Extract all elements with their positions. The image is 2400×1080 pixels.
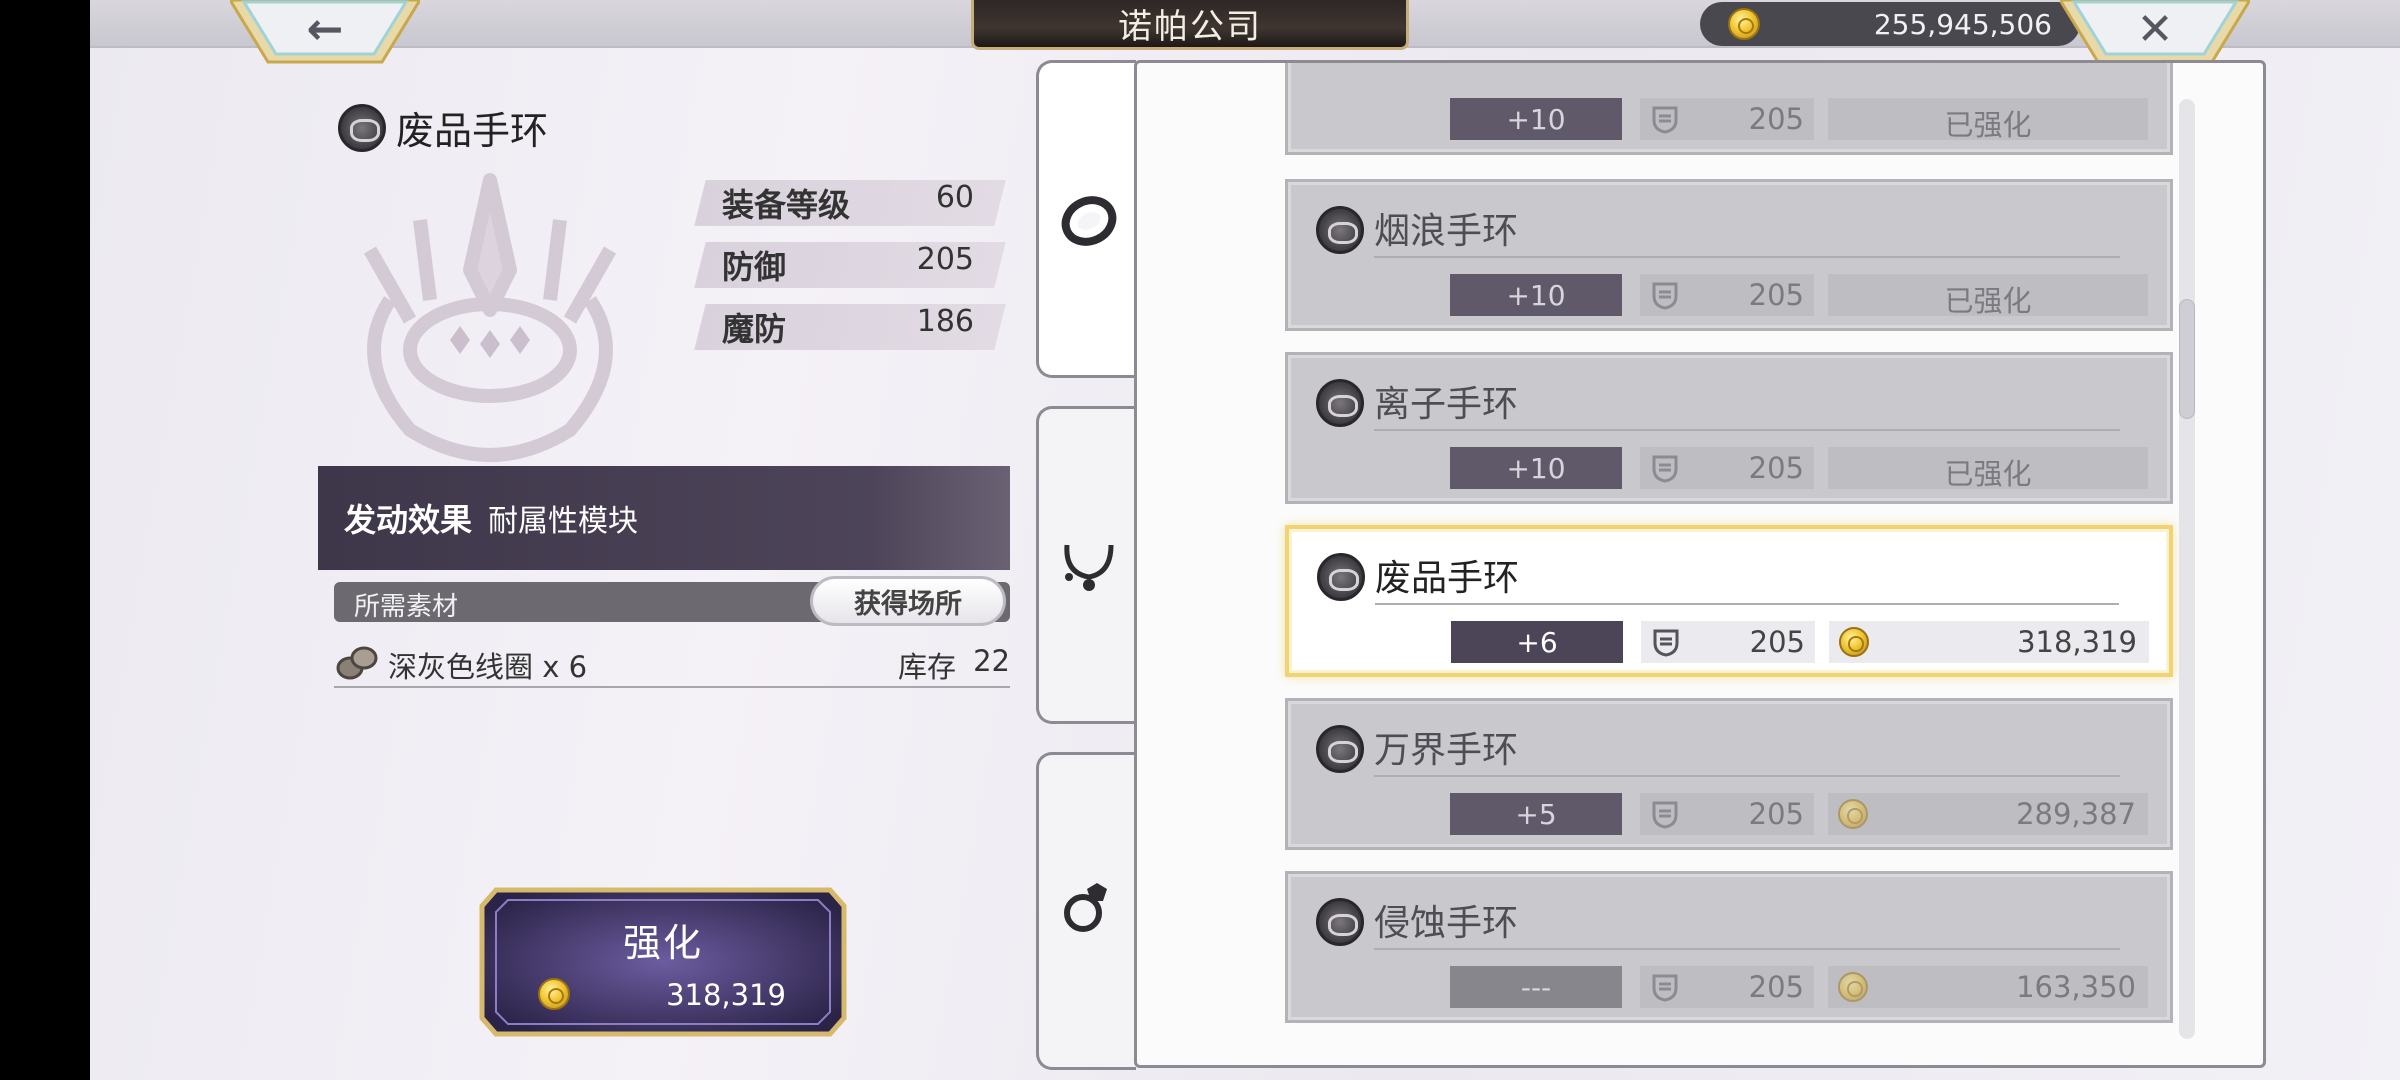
divider [1374,256,2120,258]
divider [1374,775,2120,777]
page-title: 诺帕公司 [971,0,1409,50]
item-name: 烟浪手环 [1374,211,1519,252]
ring-icon [1064,883,1107,932]
shield-icon [1652,455,1678,483]
scroll-thumb[interactable] [2179,299,2195,419]
back-arrow-icon: ← [306,4,344,55]
close-icon: ✕ [2136,4,2174,55]
enhance-level: --- [1450,966,1622,1008]
coin-icon [1838,972,1868,1002]
defense-box: 205 [1640,447,1814,489]
material-name: 深灰色线圈 x 6 [388,650,588,684]
item-name: 侵蚀手环 [1374,903,1519,944]
enhance-level: +10 [1450,447,1622,489]
bracelet-icon [1316,206,1364,254]
tab-necklace[interactable] [1036,406,1136,724]
item-name: 废品手环 [396,109,549,153]
item-name: 万界手环 [1374,730,1519,771]
list-scrollbar[interactable] [2179,99,2195,1039]
stock-label: 库存 [898,650,957,684]
enhance-level: +5 [1450,793,1622,835]
defense-box: 205 [1640,274,1814,316]
stat-magic-defense: 魔防 186 [694,304,1006,350]
bracelet-emblem-icon [363,173,617,462]
enhance-level: +6 [1451,621,1623,663]
defense-box: 205 [1640,98,1814,140]
list-item[interactable]: 离子手环 +10 205 已强化 [1285,352,2173,504]
shield-icon [1652,106,1678,134]
bracelet-icon [1316,898,1364,946]
close-button[interactable]: ✕ [2060,0,2250,64]
enhance-level: +10 [1450,274,1622,316]
currency-amount: 255,945,506 [1873,7,2052,41]
obtain-location-button[interactable]: 获得场所 [810,576,1006,626]
bracelet-icon [1316,379,1364,427]
cost-box: 163,350 [1828,966,2148,1008]
defense-box: 205 [1640,966,1814,1008]
item-name: 废品手环 [1375,558,1520,599]
stat-defense: 防御 205 [694,242,1006,288]
bracelet-icon [338,103,386,152]
list-item[interactable]: +10 205 已强化 [1285,63,2173,155]
back-button[interactable]: ← [230,0,420,64]
cost-box: 已强化 [1828,274,2148,318]
bracelet-icon [1061,196,1117,246]
equipment-list[interactable]: +10 205 已强化 烟浪手环 +10 205 已强化 离子手环 +10 20… [1134,60,2266,1068]
cost-box: 已强化 [1828,98,2148,142]
list-item-selected[interactable]: 废品手环 +6 205 318,319 [1285,525,2173,677]
bracelet-icon [1317,553,1365,601]
stat-equip-level: 装备等级 60 [694,180,1006,226]
bracelet-icon [1316,725,1364,773]
currency-display: 255,945,506 [1700,2,2080,46]
cost-box: 289,387 [1828,793,2148,835]
shield-icon [1652,282,1678,310]
divider [1374,948,2120,950]
tab-ring[interactable] [1036,752,1136,1070]
tab-bracelet[interactable] [1036,60,1136,378]
coin-icon [1839,627,1869,657]
defense-box: 205 [1641,621,1815,663]
divider [1375,603,2119,605]
coin-icon [1838,799,1868,829]
activation-effect: 发动效果 耐属性模块 [318,466,1010,570]
coil-icon [336,646,378,680]
shield-icon [1652,974,1678,1002]
list-item[interactable]: 侵蚀手环 --- 205 163,350 [1285,871,2173,1023]
divider [1374,429,2120,431]
item-header: 废品手环 [338,100,548,155]
enhance-button[interactable]: 强化 318,319 [478,884,848,1040]
necklace-icon [1064,544,1114,591]
enhance-level: +10 [1450,98,1622,140]
material-row: 深灰色线圈 x 6 库存 22 [334,636,1010,688]
list-item[interactable]: 万界手环 +5 205 289,387 [1285,698,2173,850]
defense-box: 205 [1640,793,1814,835]
shield-icon [1652,801,1678,829]
shield-icon [1653,629,1679,657]
coin-icon [1728,8,1760,40]
item-name: 离子手环 [1374,384,1519,425]
cost-box: 已强化 [1828,447,2148,491]
list-item[interactable]: 烟浪手环 +10 205 已强化 [1285,179,2173,331]
stock-count: 22 [973,644,1010,678]
coin-icon [538,978,570,1010]
game-screen: ← 诺帕公司 255,945,506 ✕ 废品手环 装备等级 60 防御 205… [90,0,2400,1080]
cost-box: 318,319 [1829,621,2149,663]
enhance-cost: 318,319 [666,978,786,1012]
